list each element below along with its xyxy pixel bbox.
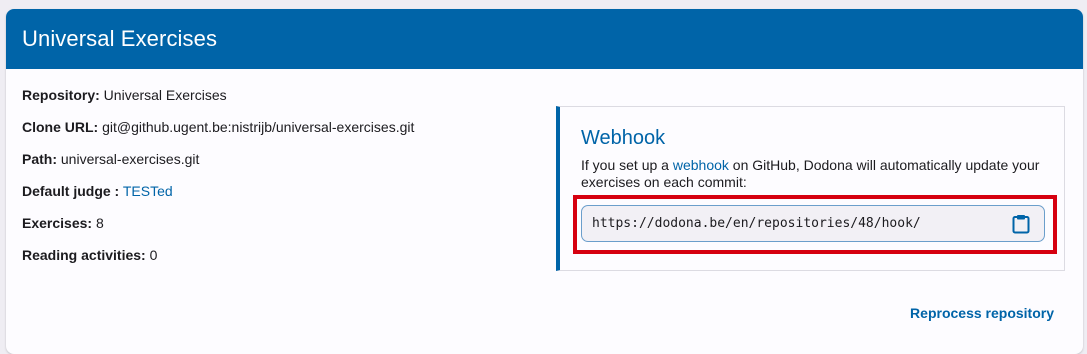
reading-activities-label: Reading activities: [22,247,146,263]
exercises-row: Exercises: 8 [22,215,414,247]
reading-activities-row: Reading activities: 0 [22,247,414,279]
path-value: universal-exercises.git [57,151,200,167]
reading-activities-count: 0 [145,247,158,263]
default-judge-row: Default judge : TESTed [22,183,414,215]
webhook-url-field[interactable]: https://dodona.be/en/repositories/48/hoo… [581,205,1045,242]
clone-url-value: git@github.ugent.be:nistrijb/universal-e… [98,119,415,135]
webhook-panel: Webhook If you set up a webhook on GitHu… [556,106,1065,271]
repository-value: Universal Exercises [99,87,227,103]
webhook-description: If you set up a webhook on GitHub, Dodon… [581,157,1051,191]
webhook-link[interactable]: webhook [673,157,729,173]
webhook-title: Webhook [581,127,666,149]
exercises-label: Exercises: [22,215,93,231]
repository-info: Repository: Universal Exercises Clone UR… [22,87,414,279]
exercises-count: 8 [92,215,104,231]
clipboard-icon [1012,214,1030,233]
path-label: Path: [22,151,57,167]
path-row: Path: universal-exercises.git [22,151,414,183]
copy-button[interactable] [1004,209,1038,239]
default-judge-link[interactable]: TESTed [123,183,173,199]
clone-url-row: Clone URL: git@github.ugent.be:nistrijb/… [22,119,414,151]
clone-url-label: Clone URL: [22,119,99,135]
card-header: Universal Exercises [6,9,1083,69]
repository-row: Repository: Universal Exercises [22,87,414,119]
page-title: Universal Exercises [22,26,218,51]
reprocess-repository-button[interactable]: Reprocess repository [910,305,1054,321]
webhook-url[interactable]: https://dodona.be/en/repositories/48/hoo… [582,216,1004,231]
highlight-box: https://dodona.be/en/repositories/48/hoo… [573,195,1057,254]
webhook-desc-before: If you set up a [581,157,673,173]
repository-label: Repository: [22,87,100,103]
repository-card: Universal Exercises Repository: Universa… [6,9,1083,354]
default-judge-label: Default judge : [22,183,120,199]
